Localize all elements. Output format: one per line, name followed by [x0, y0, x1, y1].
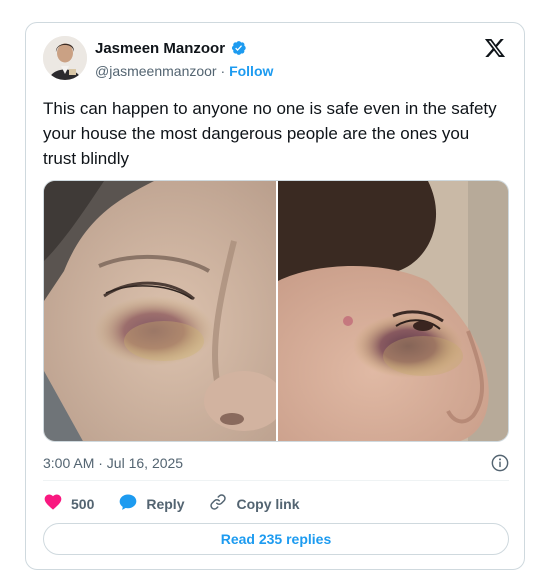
avatar[interactable]	[43, 36, 87, 80]
x-logo-icon[interactable]	[484, 37, 506, 59]
author-name-row: Jasmeen Manzoor	[95, 39, 247, 57]
reply-bubble-icon	[118, 492, 138, 515]
author-name[interactable]: Jasmeen Manzoor	[95, 40, 225, 57]
tweet-timestamp[interactable]: 3:00 AM · Jul 16, 2025	[43, 455, 183, 471]
info-icon[interactable]	[491, 454, 509, 472]
read-replies-button[interactable]: Read 235 replies	[43, 523, 509, 555]
action-bar: 500 Reply Copy link	[43, 492, 324, 515]
like-count: 500	[71, 495, 95, 512]
tweet-card: Jasmeen Manzoor @jasmeenmanzoor · Follow…	[25, 22, 525, 570]
author-handle[interactable]: @jasmeenmanzoor	[95, 63, 217, 79]
reply-button[interactable]: Reply	[118, 492, 184, 515]
verified-badge-icon	[229, 39, 247, 57]
copy-link-label: Copy link	[236, 495, 300, 512]
follow-link[interactable]: Follow	[229, 63, 273, 79]
media-photo-left[interactable]	[44, 181, 284, 441]
heart-icon	[43, 492, 63, 515]
divider	[43, 480, 509, 481]
handle-separator: ·	[220, 63, 226, 79]
media-grid[interactable]	[43, 180, 509, 442]
author-handle-row: @jasmeenmanzoor · Follow	[95, 63, 273, 79]
like-button[interactable]: 500	[43, 492, 94, 515]
copy-link-button[interactable]: Copy link	[208, 492, 300, 515]
reply-label: Reply	[146, 495, 185, 512]
tweet-text: This can happen to anyone no one is safe…	[43, 99, 497, 168]
timestamp-row: 3:00 AM · Jul 16, 2025	[43, 454, 509, 472]
media-photo-right[interactable]	[278, 181, 508, 441]
link-icon	[208, 492, 228, 515]
